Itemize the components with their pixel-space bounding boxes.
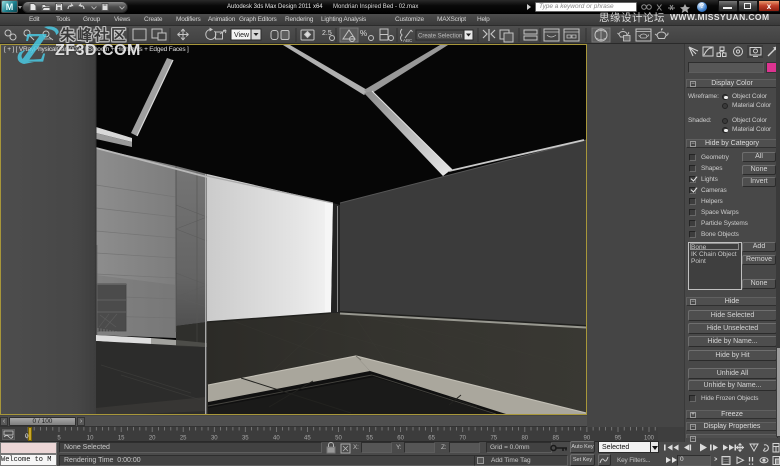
svg-text:65: 65 [428, 436, 435, 442]
svg-text:ABC: ABC [403, 38, 413, 43]
svg-text:80: 80 [521, 436, 528, 442]
svg-text:5: 5 [57, 436, 61, 442]
svg-text:20: 20 [149, 436, 156, 442]
svg-text:85: 85 [553, 436, 560, 442]
svg-text:15: 15 [118, 436, 125, 442]
svg-text:70: 70 [459, 436, 466, 442]
svg-text:10: 10 [87, 436, 94, 442]
svg-text:View: View [234, 32, 250, 39]
svg-text:30: 30 [211, 436, 218, 442]
svg-text:35: 35 [242, 436, 249, 442]
svg-text:75: 75 [490, 436, 497, 442]
svg-text:55: 55 [366, 436, 373, 442]
svg-text:45: 45 [304, 436, 311, 442]
svg-text:40: 40 [273, 436, 280, 442]
svg-text:60: 60 [397, 436, 404, 442]
svg-text:%: % [360, 29, 367, 38]
svg-text:25: 25 [180, 436, 187, 442]
svg-text:50: 50 [335, 436, 342, 442]
